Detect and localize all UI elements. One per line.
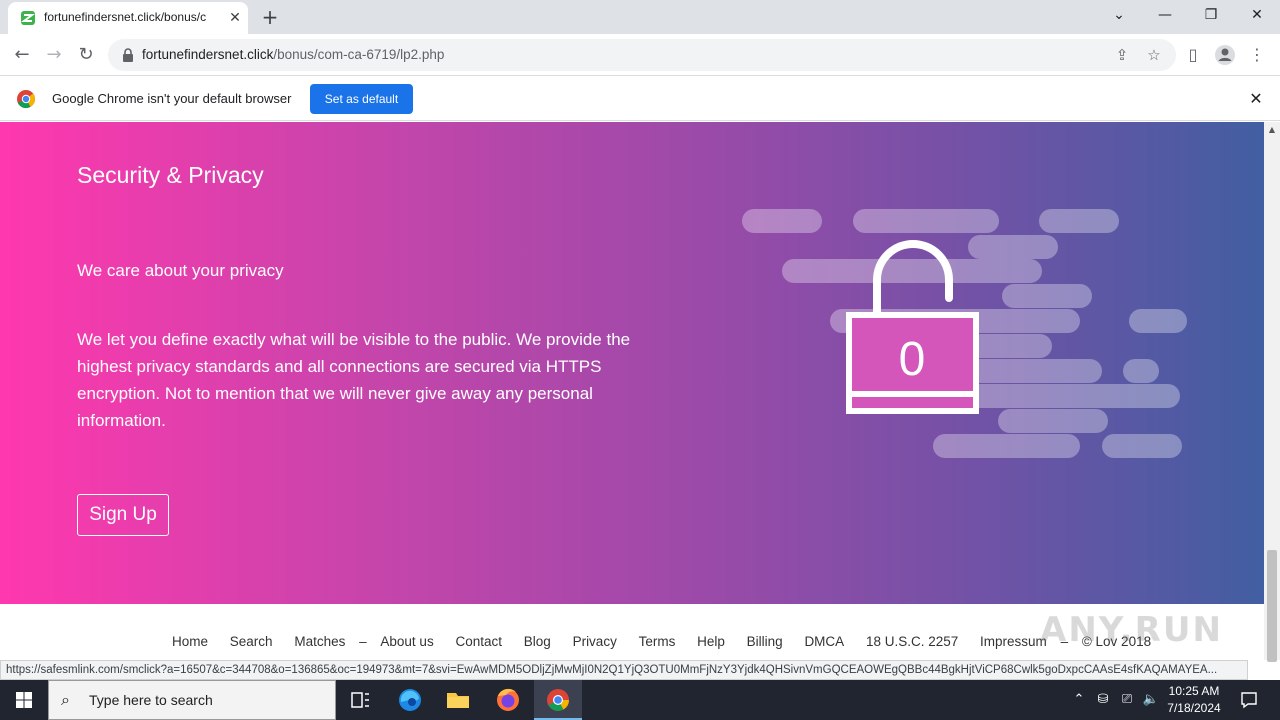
taskbar-firefox[interactable] bbox=[484, 680, 532, 720]
footer-link-dmca[interactable]: DMCA bbox=[804, 634, 844, 649]
taskbar-chrome[interactable] bbox=[534, 680, 582, 720]
task-view-button[interactable] bbox=[336, 680, 384, 720]
security-privacy-section: Security & Privacy We care about your pr… bbox=[0, 122, 1264, 604]
tray-network-icon[interactable]: ⎚ bbox=[1116, 680, 1138, 720]
anyrun-watermark: ANY.RUN bbox=[1040, 610, 1223, 650]
taskbar-search-placeholder: Type here to search bbox=[89, 692, 213, 708]
footer-link-help[interactable]: Help bbox=[697, 634, 725, 649]
footer-link-terms[interactable]: Terms bbox=[639, 634, 676, 649]
tab-search-icon[interactable]: ⌄ bbox=[1096, 0, 1142, 30]
tab-strip: fortunefindersnet.click/bonus/c ✕ + ⌄ — … bbox=[0, 0, 1280, 34]
footer-separator: – bbox=[359, 634, 367, 649]
chrome-icon bbox=[547, 689, 569, 711]
lock-icon bbox=[123, 48, 133, 62]
clock-date: 7/18/2024 bbox=[1167, 701, 1221, 715]
scroll-thumb[interactable] bbox=[1267, 550, 1277, 662]
folder-icon bbox=[447, 693, 469, 708]
side-panel-icon[interactable]: ▯ bbox=[1182, 44, 1204, 66]
windows-logo-icon bbox=[16, 692, 32, 708]
task-view-icon bbox=[351, 692, 369, 708]
set-as-default-button[interactable]: Set as default bbox=[310, 84, 413, 114]
minimize-button[interactable]: — bbox=[1142, 0, 1188, 30]
footer-link-home[interactable]: Home bbox=[172, 634, 208, 649]
screen: fortunefindersnet.click/bonus/c ✕ + ⌄ — … bbox=[0, 0, 1280, 720]
section-title: Security & Privacy bbox=[77, 162, 264, 188]
page-scrollbar[interactable]: ▲ bbox=[1264, 122, 1280, 662]
footer-nav: Home Search Matches – About us Contact B… bbox=[172, 634, 1169, 649]
footer-link-impressum[interactable]: Impressum bbox=[980, 634, 1047, 649]
bookmark-star-icon[interactable]: ☆ bbox=[1144, 45, 1164, 65]
section-body: We let you define exactly what will be v… bbox=[77, 330, 631, 430]
footer-link-about[interactable]: About us bbox=[380, 634, 433, 649]
profile-avatar-icon[interactable] bbox=[1214, 44, 1236, 66]
back-button[interactable]: ← bbox=[7, 40, 37, 70]
browser-toolbar: ← → ↻ fortunefindersnet.click/bonus/com-… bbox=[0, 34, 1280, 76]
search-icon: ⌕ bbox=[61, 690, 70, 709]
tray-device-icon[interactable]: ⛁ bbox=[1092, 680, 1114, 720]
notification-shape bbox=[1241, 692, 1257, 709]
footer-link-2257[interactable]: 18 U.S.C. 2257 bbox=[866, 634, 958, 649]
url-path: /bonus/com-ca-6719/lp2.php bbox=[273, 47, 445, 62]
taskbar-search-box[interactable]: ⌕ Type here to search bbox=[48, 680, 336, 720]
footer-link-billing[interactable]: Billing bbox=[747, 634, 783, 649]
tab-title: fortunefindersnet.click/bonus/c bbox=[44, 10, 207, 24]
forward-button[interactable]: → bbox=[39, 40, 69, 70]
page-viewport: Security & Privacy We care about your pr… bbox=[0, 122, 1264, 660]
footer-link-contact[interactable]: Contact bbox=[455, 634, 502, 649]
tray-chevron-up-icon[interactable]: ⌃ bbox=[1068, 680, 1090, 720]
taskbar-file-explorer[interactable] bbox=[434, 680, 482, 720]
tray-volume-icon[interactable]: 🔈 bbox=[1140, 680, 1162, 720]
chrome-logo-icon bbox=[17, 90, 36, 109]
notification-center-icon[interactable] bbox=[1234, 680, 1264, 720]
site-footer: Home Search Matches – About us Contact B… bbox=[0, 604, 1264, 660]
new-tab-button[interactable]: + bbox=[258, 5, 282, 29]
windows-taskbar: ⌕ Type here to search ⌃ ⛁ ⎚ 🔈 10:25 AM 7… bbox=[0, 680, 1280, 720]
close-window-button[interactable]: ✕ bbox=[1234, 0, 1280, 30]
url-domain: fortunefindersnet.click bbox=[142, 47, 274, 62]
share-icon[interactable]: ⇪ bbox=[1112, 45, 1132, 65]
tab-active[interactable]: fortunefindersnet.click/bonus/c ✕ bbox=[8, 2, 248, 34]
start-button[interactable] bbox=[0, 680, 48, 720]
reload-button[interactable]: ↻ bbox=[71, 40, 101, 70]
link-status-bubble: https://safesmlink.com/smclick?a=16507&c… bbox=[0, 660, 1248, 680]
default-browser-infobar: Google Chrome isn't your default browser… bbox=[0, 77, 1280, 121]
edge-icon bbox=[399, 689, 421, 711]
menu-kebab-icon[interactable]: ⋮ bbox=[1246, 44, 1268, 66]
taskbar-clock[interactable]: 10:25 AM 7/18/2024 bbox=[1162, 683, 1226, 717]
footer-link-blog[interactable]: Blog bbox=[524, 634, 551, 649]
profile-shape bbox=[1215, 45, 1235, 65]
scroll-up-arrow-icon[interactable]: ▲ bbox=[1264, 122, 1280, 138]
restore-button[interactable]: ❐ bbox=[1188, 0, 1234, 30]
firefox-icon bbox=[497, 688, 519, 711]
padlock-illustration: 0 bbox=[742, 209, 1187, 458]
tab-close-icon[interactable]: ✕ bbox=[226, 9, 244, 27]
address-bar[interactable]: fortunefindersnet.click/bonus/com-ca-671… bbox=[108, 39, 1176, 71]
site-favicon-icon bbox=[21, 11, 35, 25]
infobar-close-icon[interactable]: ✕ bbox=[1246, 89, 1266, 109]
url-text[interactable]: fortunefindersnet.click/bonus/com-ca-671… bbox=[142, 47, 444, 62]
clock-time: 10:25 AM bbox=[1168, 684, 1220, 698]
lock-digit: 0 bbox=[899, 333, 926, 386]
footer-link-matches[interactable]: Matches bbox=[294, 634, 345, 649]
infobar-message: Google Chrome isn't your default browser bbox=[52, 91, 292, 106]
taskbar-edge[interactable] bbox=[386, 680, 434, 720]
section-subtitle: We care about your privacy bbox=[77, 261, 284, 280]
footer-link-search[interactable]: Search bbox=[230, 634, 273, 649]
sign-up-button[interactable]: Sign Up bbox=[77, 494, 169, 536]
footer-link-privacy[interactable]: Privacy bbox=[573, 634, 617, 649]
